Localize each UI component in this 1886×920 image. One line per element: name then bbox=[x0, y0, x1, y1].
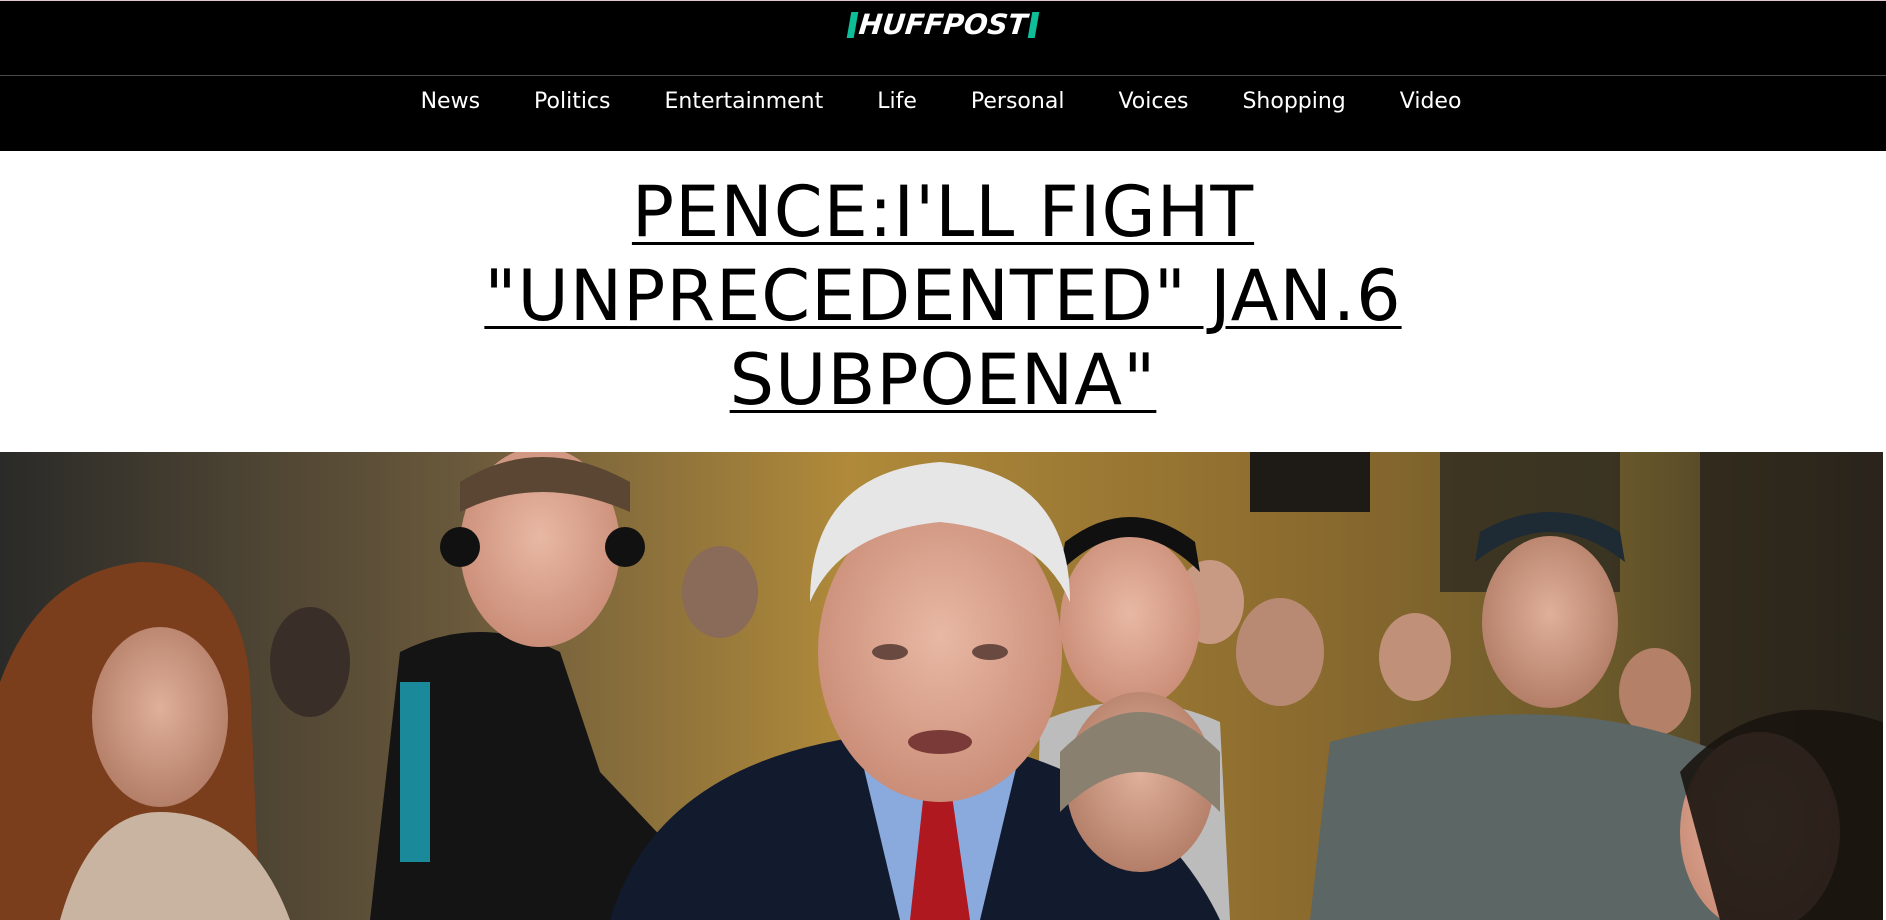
nav-item-video[interactable]: Video bbox=[1400, 84, 1462, 120]
nav-item-shopping[interactable]: Shopping bbox=[1242, 84, 1345, 120]
logo[interactable]: HUFFPOST bbox=[0, 7, 1886, 43]
logo-text: HUFFPOST bbox=[857, 8, 1029, 41]
nav-item-news[interactable]: News bbox=[421, 84, 480, 120]
hero-image[interactable] bbox=[0, 452, 1883, 920]
nav-item-personal[interactable]: Personal bbox=[971, 84, 1065, 120]
main-navigation: News Politics Entertainment Life Persona… bbox=[0, 84, 1886, 120]
hero-photo-illustration bbox=[0, 452, 1883, 920]
nav-item-life[interactable]: Life bbox=[877, 84, 917, 120]
nav-item-entertainment[interactable]: Entertainment bbox=[665, 84, 824, 120]
nav-item-politics[interactable]: Politics bbox=[534, 84, 610, 120]
headline-container: PENCE:I'LL FIGHT "UNPRECEDENTED" JAN.6 S… bbox=[0, 170, 1886, 430]
nav-item-voices[interactable]: Voices bbox=[1118, 84, 1188, 120]
article-headline[interactable]: PENCE:I'LL FIGHT "UNPRECEDENTED" JAN.6 S… bbox=[453, 170, 1433, 430]
header-divider bbox=[0, 75, 1886, 76]
site-header: HUFFPOST News Politics Entertainment Lif… bbox=[0, 0, 1886, 151]
